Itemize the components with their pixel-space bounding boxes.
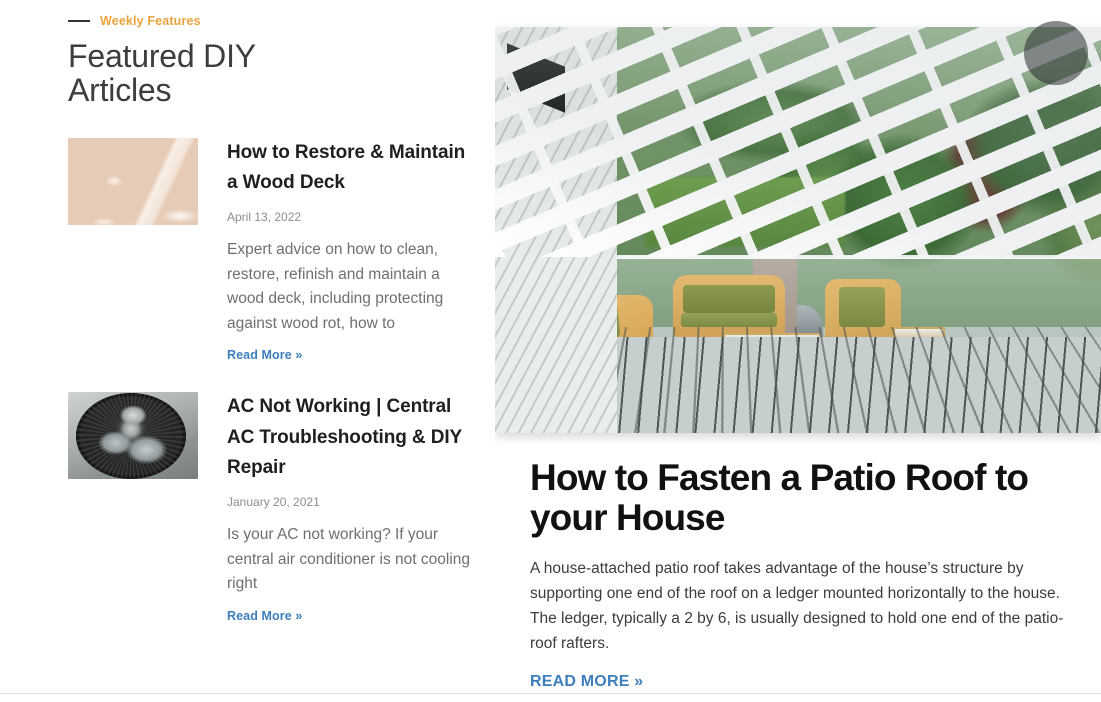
featured-articles-sidebar: Weekly Features Featured DIY Articles Ho… (68, 0, 470, 702)
hero-image-container[interactable] (495, 21, 1101, 433)
feature-read-more-link[interactable]: READ MORE » (530, 673, 643, 691)
article-title[interactable]: AC Not Working | Central AC Troubleshoot… (227, 392, 470, 483)
featured-diy-articles-page: Weekly Features Featured DIY Articles Ho… (0, 0, 1101, 702)
article-excerpt: Is your AC not working? If your central … (227, 526, 470, 593)
article-date: January 20, 2021 (227, 494, 320, 509)
circular-overlay-badge-icon[interactable] (1024, 21, 1088, 85)
list-item[interactable]: AC Not Working | Central AC Troubleshoot… (68, 392, 470, 624)
feature-description: A house-attached patio roof takes advant… (530, 560, 1064, 653)
section-divider (0, 693, 1101, 694)
read-more-link[interactable]: Read More » (227, 609, 302, 623)
hero-image-patio-roof[interactable] (495, 27, 1101, 433)
article-title[interactable]: How to Restore & Maintain a Wood Deck (227, 138, 470, 199)
hero-scene-roof-shading (495, 27, 1101, 257)
article-date: April 13, 2022 (227, 209, 302, 224)
article-body: How to Restore & Maintain a Wood Deck Ap… (227, 138, 470, 365)
article-thumbnail-deck[interactable] (68, 137, 198, 225)
feature-title[interactable]: How to Fasten a Patio Roof to your House (530, 458, 1090, 537)
horizontal-dash-icon (68, 20, 90, 22)
page-title: Featured DIY Articles (68, 38, 256, 108)
read-more-link[interactable]: Read More » (227, 348, 302, 362)
article-excerpt: Expert advice on how to clean, restore, … (227, 241, 444, 332)
list-item[interactable]: How to Restore & Maintain a Wood Deck Ap… (68, 137, 470, 365)
section-eyebrow: Weekly Features (68, 13, 470, 29)
article-body: AC Not Working | Central AC Troubleshoot… (227, 392, 470, 624)
section-eyebrow-label: Weekly Features (100, 14, 201, 28)
featured-article-panel: How to Fasten a Patio Roof to your House… (495, 0, 1101, 702)
article-thumbnail-ac-unit[interactable] (68, 392, 198, 480)
